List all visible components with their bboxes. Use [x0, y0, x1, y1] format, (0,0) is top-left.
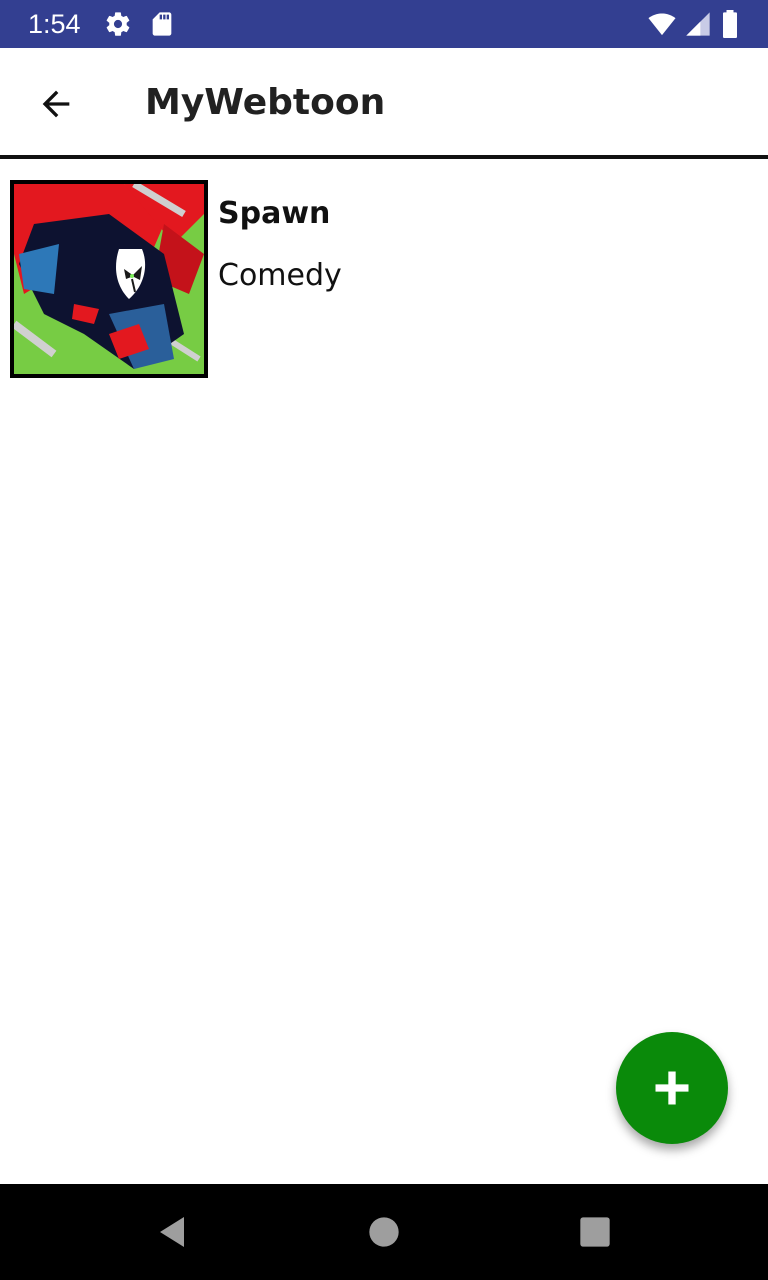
- sd-card-icon: [152, 12, 172, 36]
- item-genre: Comedy: [218, 258, 342, 293]
- home-circle-icon: [369, 1217, 399, 1247]
- nav-back-button[interactable]: [148, 1208, 196, 1256]
- plus-icon: [655, 1071, 689, 1105]
- app-bar-divider: [0, 155, 768, 159]
- nav-recents-button[interactable]: [571, 1208, 619, 1256]
- comic-cover-image: [10, 180, 208, 378]
- app-bar: MyWebtoon: [0, 48, 768, 156]
- nav-home-button[interactable]: [360, 1208, 408, 1256]
- page-title: MyWebtoon: [145, 82, 386, 123]
- back-triangle-icon: [160, 1217, 184, 1247]
- battery-icon: [723, 10, 737, 38]
- add-button[interactable]: [616, 1032, 728, 1144]
- item-title: Spawn: [218, 196, 331, 231]
- arrow-back-icon: [42, 90, 70, 118]
- system-nav-bar: [0, 1184, 768, 1280]
- list-item[interactable]: Spawn Comedy: [0, 170, 768, 390]
- wifi-icon: [648, 13, 676, 36]
- recents-square-icon: [580, 1217, 610, 1247]
- status-bar: 1:54: [0, 0, 768, 48]
- signal-icon: [686, 12, 710, 36]
- status-time: 1:54: [28, 9, 81, 39]
- comic-cover-art: [14, 184, 204, 374]
- settings-icon: [106, 12, 130, 36]
- back-button[interactable]: [20, 68, 92, 140]
